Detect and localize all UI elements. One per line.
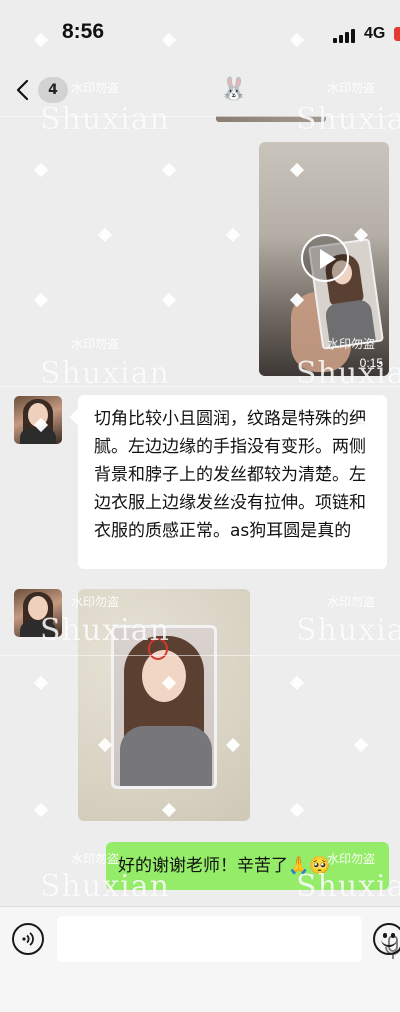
incoming-image-message[interactable] <box>78 589 250 821</box>
video-message[interactable]: 0:15 <box>259 142 389 376</box>
watermark-diamond <box>33 802 49 818</box>
watermark-text: 水印勿盗 <box>71 337 120 351</box>
watermark-diamond <box>161 162 177 178</box>
network-type: 4G <box>364 25 386 42</box>
pinned-media-strip[interactable] <box>216 116 326 122</box>
watermark-diamond <box>33 675 49 691</box>
watermark-diamond <box>97 227 113 243</box>
watermark-diamond <box>289 675 305 691</box>
watermark-diamond <box>225 227 241 243</box>
watermark-text: Shuxian <box>40 356 170 391</box>
status-time: 8:56 <box>62 20 105 43</box>
message-text-input[interactable] <box>57 916 400 962</box>
watermark-diamond <box>353 737 369 753</box>
contact-avatar[interactable] <box>14 589 62 637</box>
emoji-icon[interactable] <box>373 923 400 955</box>
status-bar: 8:56 4G <box>0 0 400 68</box>
watermark-diamond <box>33 162 49 178</box>
chat-nav-bar: 4 🐰 <box>0 68 400 122</box>
watermark-text: 水印勿盗 <box>327 595 376 609</box>
bunny-avatar-icon[interactable]: 🐰 <box>220 76 247 104</box>
unread-count-badge[interactable]: 4 <box>38 77 68 103</box>
message-input-bar <box>0 906 400 1012</box>
watermark-diamond <box>289 802 305 818</box>
photocard-image <box>111 625 217 789</box>
red-circle-annotation <box>148 638 168 660</box>
battery-icon <box>394 27 400 41</box>
voice-input-icon[interactable] <box>12 923 44 955</box>
cellular-signal-icon <box>333 29 359 43</box>
watermark-text: Shuxian <box>296 613 400 648</box>
contact-avatar[interactable] <box>14 396 62 444</box>
back-chevron-icon[interactable] <box>12 78 36 102</box>
play-icon[interactable] <box>301 234 349 282</box>
watermark-diamond <box>33 292 49 308</box>
incoming-text-message[interactable]: 切角比较小且圆润，纹路是特殊的细腻。左边边缘的手指没有变形。两侧背景和脖子上的发… <box>78 395 387 569</box>
watermark-diamond <box>161 292 177 308</box>
watermark-line <box>0 116 400 117</box>
watermark-line <box>0 386 400 387</box>
video-duration: 0:15 <box>359 356 383 370</box>
outgoing-text-message[interactable]: 好的谢谢老师！辛苦了🙏🥺 <box>106 842 389 890</box>
